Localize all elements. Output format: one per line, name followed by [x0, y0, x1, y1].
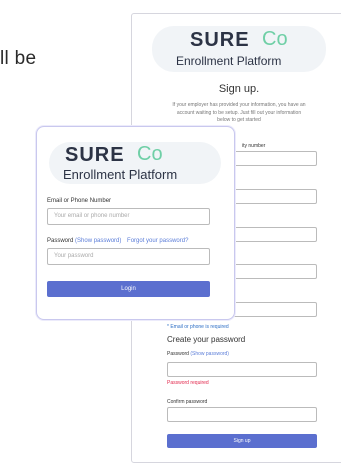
brand-co-mark: Co [137, 143, 163, 165]
login-show-password-link[interactable]: (Show password) [75, 238, 121, 244]
background-partial-text: ll be [0, 48, 37, 69]
login-logo: SURE Co Enrollment Platform [49, 142, 221, 184]
login-email-input[interactable]: Your email or phone number [47, 208, 210, 225]
login-card: SURE Co Enrollment Platform Email or Pho… [36, 126, 235, 320]
signup-password-label-text: Password [167, 351, 189, 357]
brand-wordmark: SURE [65, 144, 125, 166]
brand-co-mark: Co [262, 28, 288, 50]
signup-field-label: ity number [242, 143, 266, 149]
password-required-error: Password required [167, 380, 209, 386]
signup-show-password-link[interactable]: (Show password) [190, 351, 229, 357]
confirm-password-label: Confirm password [167, 399, 208, 405]
forgot-password-link[interactable]: Forgot your password? [127, 238, 188, 244]
create-password-heading: Create your password [167, 335, 246, 344]
brand-subtitle: Enrollment Platform [63, 167, 178, 182]
login-button[interactable]: Login [47, 281, 210, 297]
signup-password-label: Password (Show password) [167, 351, 229, 357]
signup-button[interactable]: Sign up [167, 434, 317, 448]
brand-subtitle: Enrollment Platform [176, 54, 282, 68]
signup-password-input[interactable] [167, 362, 317, 377]
signup-title: Sign up. [218, 83, 260, 95]
email-phone-required-note: * Email or phone is required [167, 324, 229, 330]
brand-wordmark: SURE [190, 29, 250, 51]
login-password-input[interactable]: Your password [47, 248, 210, 265]
login-password-label: Password [47, 238, 74, 244]
confirm-password-input[interactable] [167, 407, 317, 422]
login-email-label: Email or Phone Number [47, 198, 112, 204]
login-password-row: Password (Show password) Forgot your pas… [47, 238, 188, 244]
signup-description: If your employer has provided your infor… [172, 102, 306, 123]
signup-logo: SURE Co Enrollment Platform [152, 26, 326, 72]
